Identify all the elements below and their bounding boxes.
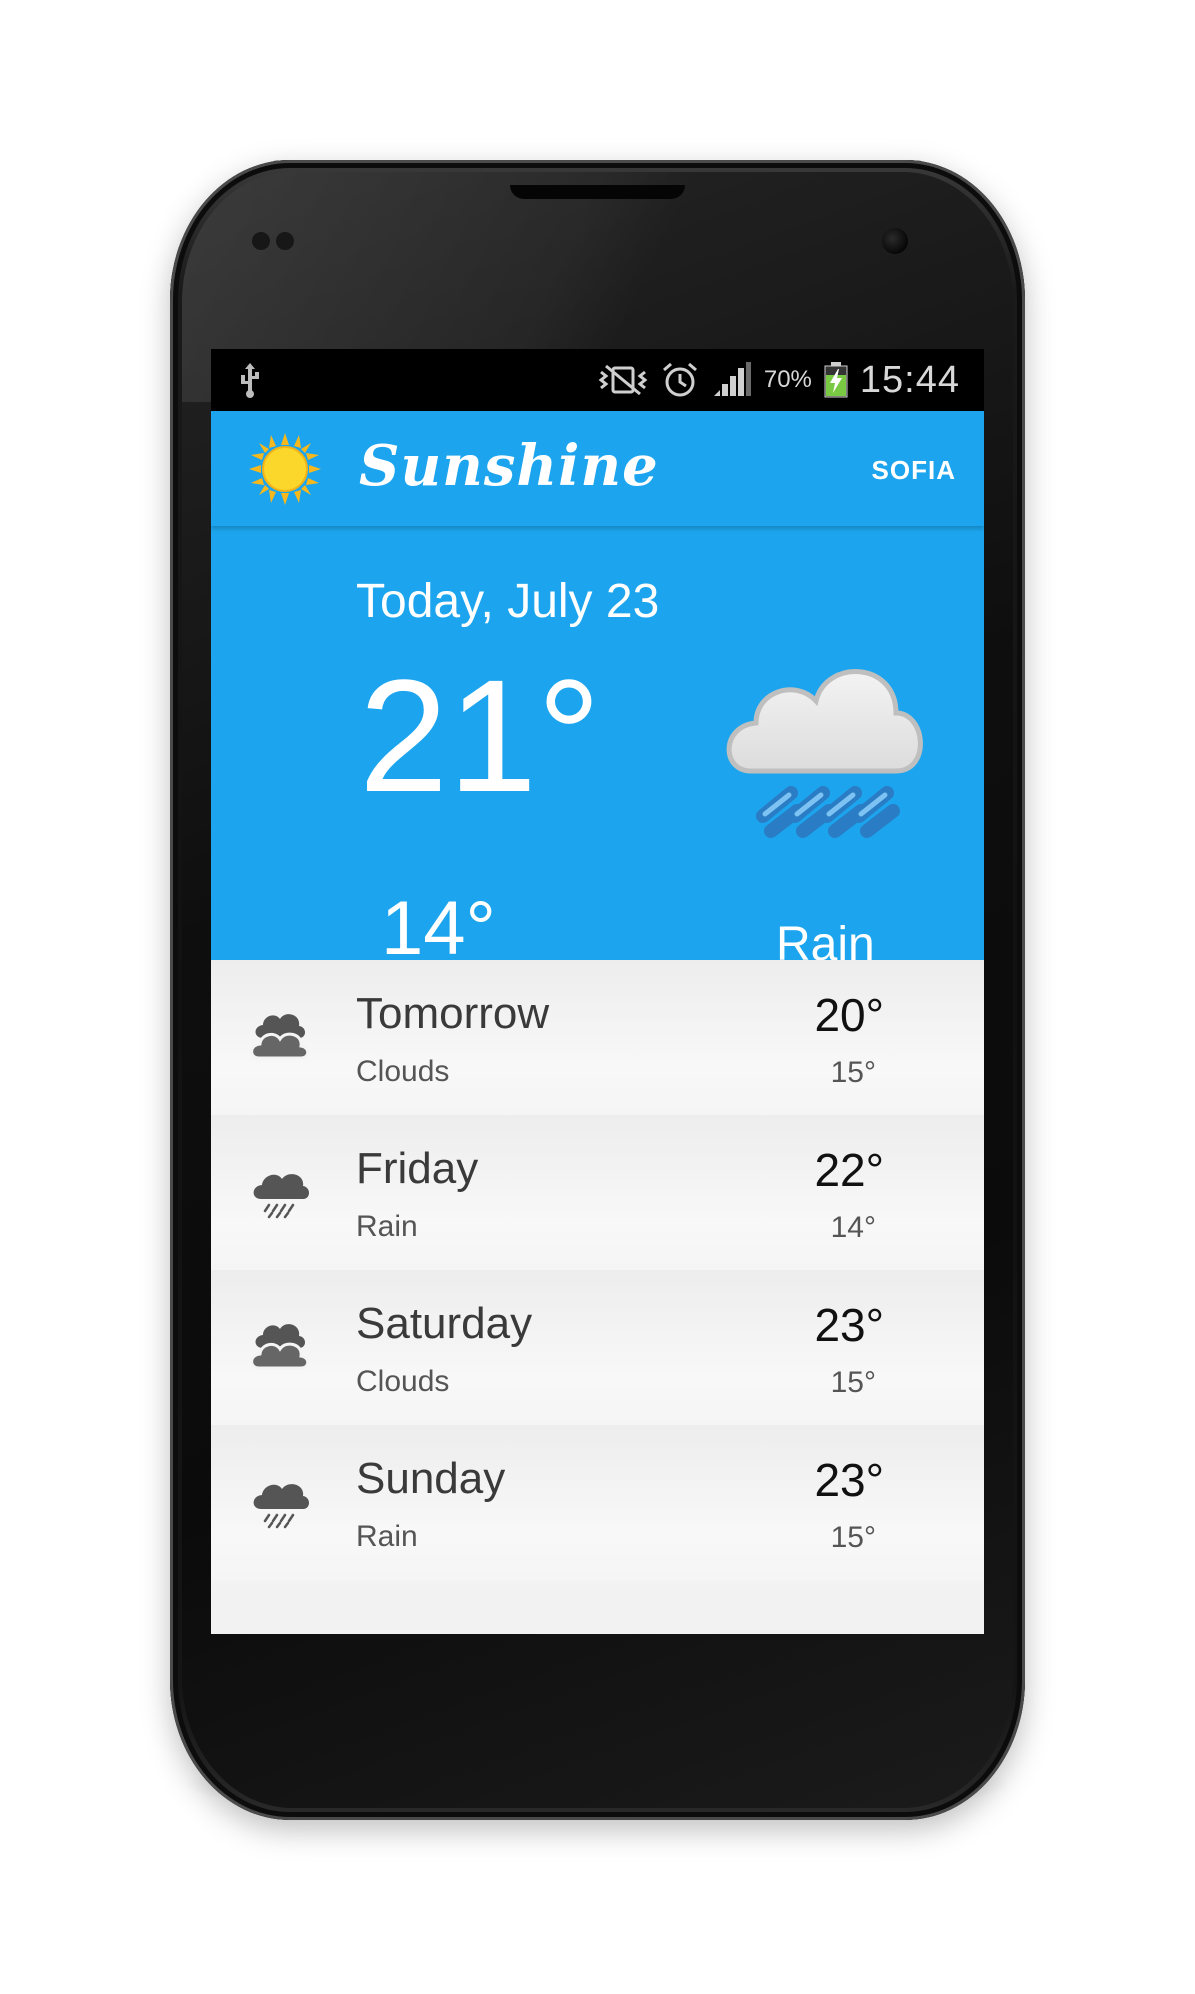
forecast-high: 23°	[814, 1454, 884, 1506]
location-button[interactable]: SOFIA	[872, 455, 956, 486]
forecast-description: Clouds	[356, 1365, 450, 1398]
today-date: Today, July 23	[356, 575, 660, 628]
forecast-day: Saturday	[356, 1299, 533, 1348]
today-panel[interactable]: Today, July 23 21° 14° Rain	[211, 526, 984, 969]
alarm-icon	[662, 362, 697, 397]
proximity-sensors	[252, 232, 300, 250]
status-time: 15:44	[859, 358, 960, 401]
stage: 70% 15:44 Sunshine SOFIA Today, July 23 …	[0, 0, 1195, 1994]
action-bar: Sunshine SOFIA	[211, 411, 984, 526]
forecast-description: Rain	[356, 1210, 418, 1243]
forecast-low: 15°	[830, 1056, 876, 1089]
front-camera	[882, 228, 908, 254]
forecast-row-friday[interactable]: Friday Rain 22° 14°	[211, 1115, 984, 1272]
today-high-temp: 21°	[359, 646, 601, 825]
rain-icon	[253, 1174, 309, 1219]
today-low-temp: 14°	[381, 886, 496, 971]
rain-icon	[253, 1484, 309, 1529]
earpiece-speaker	[510, 185, 685, 199]
phone-screen: 70% 15:44 Sunshine SOFIA Today, July 23 …	[211, 349, 984, 1634]
usb-icon	[241, 363, 259, 398]
rain-icon	[726, 669, 923, 838]
forecast-description: Rain	[356, 1520, 418, 1553]
forecast-list: Tomorrow Clouds 20° 15° Friday Rain 22° …	[211, 960, 984, 1634]
forecast-low: 15°	[830, 1521, 876, 1554]
forecast-low: 14°	[830, 1211, 876, 1244]
sun-icon[interactable]	[247, 431, 323, 507]
status-right-group: 70% 15:44	[598, 349, 960, 411]
forecast-day: Tomorrow	[356, 989, 550, 1038]
battery-percent: 70%	[763, 366, 812, 393]
forecast-day: Sunday	[356, 1454, 506, 1503]
forecast-row-tomorrow[interactable]: Tomorrow Clouds 20° 15°	[211, 960, 984, 1117]
forecast-high: 23°	[814, 1299, 884, 1351]
clouds-icon	[250, 1324, 310, 1370]
app-title: Sunshine	[359, 433, 659, 499]
forecast-low: 15°	[830, 1366, 876, 1399]
battery-charging-icon	[824, 362, 848, 398]
forecast-row-saturday[interactable]: Saturday Clouds 23° 15°	[211, 1270, 984, 1427]
signal-icon	[713, 362, 751, 396]
status-bar: 70% 15:44	[211, 349, 984, 411]
vibrate-icon	[598, 364, 648, 396]
forecast-description: Clouds	[356, 1055, 450, 1088]
forecast-row-sunday[interactable]: Sunday Rain 23° 15°	[211, 1425, 984, 1580]
clouds-icon	[250, 1014, 310, 1060]
forecast-high: 20°	[814, 989, 884, 1041]
forecast-high: 22°	[814, 1144, 884, 1196]
forecast-day: Friday	[356, 1144, 479, 1193]
